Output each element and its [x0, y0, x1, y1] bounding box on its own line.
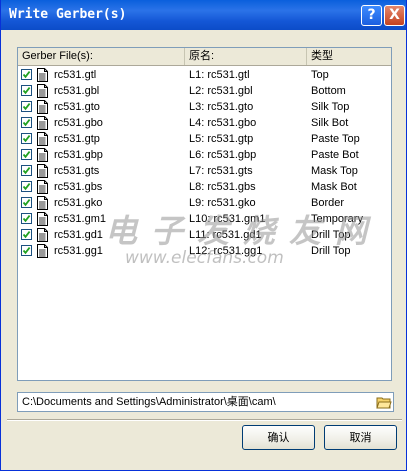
- file-name: rc531.gm1: [54, 213, 106, 225]
- original-name: L4: rc531.gbo: [189, 117, 257, 129]
- original-name: L5: rc531.gtp: [189, 133, 254, 145]
- document-icon: [37, 228, 48, 242]
- layer-type: Paste Top: [311, 133, 360, 145]
- cancel-button[interactable]: 取消: [324, 425, 397, 450]
- document-icon: [37, 196, 48, 210]
- layer-type: Temporary: [311, 213, 363, 225]
- row-checkbox[interactable]: [21, 149, 32, 160]
- layer-type: Drill Top: [311, 245, 351, 257]
- file-name: rc531.gbp: [54, 149, 103, 161]
- row-checkbox[interactable]: [21, 245, 32, 256]
- list-item[interactable]: rc531.gto L3: rc531.gto Silk Top: [18, 99, 391, 115]
- list-item[interactable]: rc531.gtl L1: rc531.gtl Top: [18, 67, 391, 83]
- title-bar[interactable]: Write Gerber(s) ? X: [1, 0, 406, 30]
- column-header-type[interactable]: 类型: [307, 48, 391, 65]
- document-icon: [37, 164, 48, 178]
- row-checkbox[interactable]: [21, 213, 32, 224]
- file-name: rc531.gtp: [54, 133, 100, 145]
- list-item[interactable]: rc531.gd1 L11: rc531.gd1 Drill Top: [18, 227, 391, 243]
- row-checkbox[interactable]: [21, 101, 32, 112]
- row-checkbox[interactable]: [21, 181, 32, 192]
- document-icon: [37, 116, 48, 130]
- document-icon: [37, 180, 48, 194]
- file-name: rc531.gg1: [54, 245, 103, 257]
- list-header: Gerber File(s): 原名: 类型: [18, 48, 391, 66]
- list-item[interactable]: rc531.gts L7: rc531.gts Mask Top: [18, 163, 391, 179]
- document-icon: [37, 132, 48, 146]
- document-icon: [37, 212, 48, 226]
- layer-type: Mask Top: [311, 165, 358, 177]
- close-button[interactable]: X: [384, 5, 405, 26]
- help-button[interactable]: ?: [361, 5, 382, 26]
- original-name: L8: rc531.gbs: [189, 181, 256, 193]
- confirm-button[interactable]: 确认: [242, 425, 315, 450]
- file-name: rc531.gts: [54, 165, 100, 177]
- list-item[interactable]: rc531.gbs L8: rc531.gbs Mask Bot: [18, 179, 391, 195]
- original-name: L3: rc531.gto: [189, 101, 254, 113]
- layer-type: Drill Top: [311, 229, 351, 241]
- original-name: L9: rc531.gko: [189, 197, 256, 209]
- original-name: L1: rc531.gtl: [189, 69, 250, 81]
- document-icon: [37, 68, 48, 82]
- document-icon: [37, 100, 48, 114]
- document-icon: [37, 148, 48, 162]
- list-item[interactable]: rc531.gtp L5: rc531.gtp Paste Top: [18, 131, 391, 147]
- row-checkbox[interactable]: [21, 85, 32, 96]
- output-path-field[interactable]: C:\Documents and Settings\Administrator\…: [17, 392, 394, 412]
- file-name: rc531.gko: [54, 197, 103, 209]
- layer-type: Top: [311, 69, 329, 81]
- row-checkbox[interactable]: [21, 229, 32, 240]
- column-header-original-name[interactable]: 原名:: [185, 48, 307, 65]
- file-name: rc531.gto: [54, 101, 100, 113]
- list-item[interactable]: rc531.gko L9: rc531.gko Border: [18, 195, 391, 211]
- list-item[interactable]: rc531.gbo L4: rc531.gbo Silk Bot: [18, 115, 391, 131]
- file-name: rc531.gd1: [54, 229, 103, 241]
- file-name: rc531.gbs: [54, 181, 103, 193]
- row-checkbox[interactable]: [21, 197, 32, 208]
- layer-type: Silk Top: [311, 101, 350, 113]
- original-name: L6: rc531.gbp: [189, 149, 257, 161]
- window-title: Write Gerber(s): [9, 7, 127, 22]
- file-name: rc531.gtl: [54, 69, 97, 81]
- row-checkbox[interactable]: [21, 133, 32, 144]
- gerber-file-list[interactable]: Gerber File(s): 原名: 类型 rc531.gtl L1: rc53…: [17, 47, 392, 381]
- column-header-gerber-file[interactable]: Gerber File(s):: [18, 48, 185, 65]
- file-name: rc531.gbo: [54, 117, 103, 129]
- layer-type: Mask Bot: [311, 181, 357, 193]
- write-gerber-dialog: Write Gerber(s) ? X Gerber File(s): 原名: …: [0, 0, 407, 471]
- row-checkbox[interactable]: [21, 69, 32, 80]
- output-path-value: C:\Documents and Settings\Administrator\…: [22, 396, 276, 408]
- original-name: L10: rc531.gm1: [189, 213, 266, 225]
- layer-type: Border: [311, 197, 345, 209]
- original-name: L7: rc531.gts: [189, 165, 253, 177]
- row-checkbox[interactable]: [21, 117, 32, 128]
- row-checkbox[interactable]: [21, 165, 32, 176]
- list-item[interactable]: rc531.gm1 L10: rc531.gm1 Temporary: [18, 211, 391, 227]
- original-name: L11: rc531.gd1: [189, 229, 262, 241]
- file-name: rc531.gbl: [54, 85, 100, 97]
- separator: [7, 419, 402, 421]
- layer-type: Bottom: [311, 85, 346, 97]
- original-name: L2: rc531.gbl: [189, 85, 253, 97]
- list-item[interactable]: rc531.gbp L6: rc531.gbp Paste Bot: [18, 147, 391, 163]
- folder-open-icon[interactable]: [376, 394, 392, 410]
- original-name: L12: rc531.gg1: [189, 245, 263, 257]
- layer-type: Silk Bot: [311, 117, 349, 129]
- document-icon: [37, 84, 48, 98]
- list-item[interactable]: rc531.gbl L2: rc531.gbl Bottom: [18, 83, 391, 99]
- document-icon: [37, 244, 48, 258]
- layer-type: Paste Bot: [311, 149, 359, 161]
- list-item[interactable]: rc531.gg1 L12: rc531.gg1 Drill Top: [18, 243, 391, 259]
